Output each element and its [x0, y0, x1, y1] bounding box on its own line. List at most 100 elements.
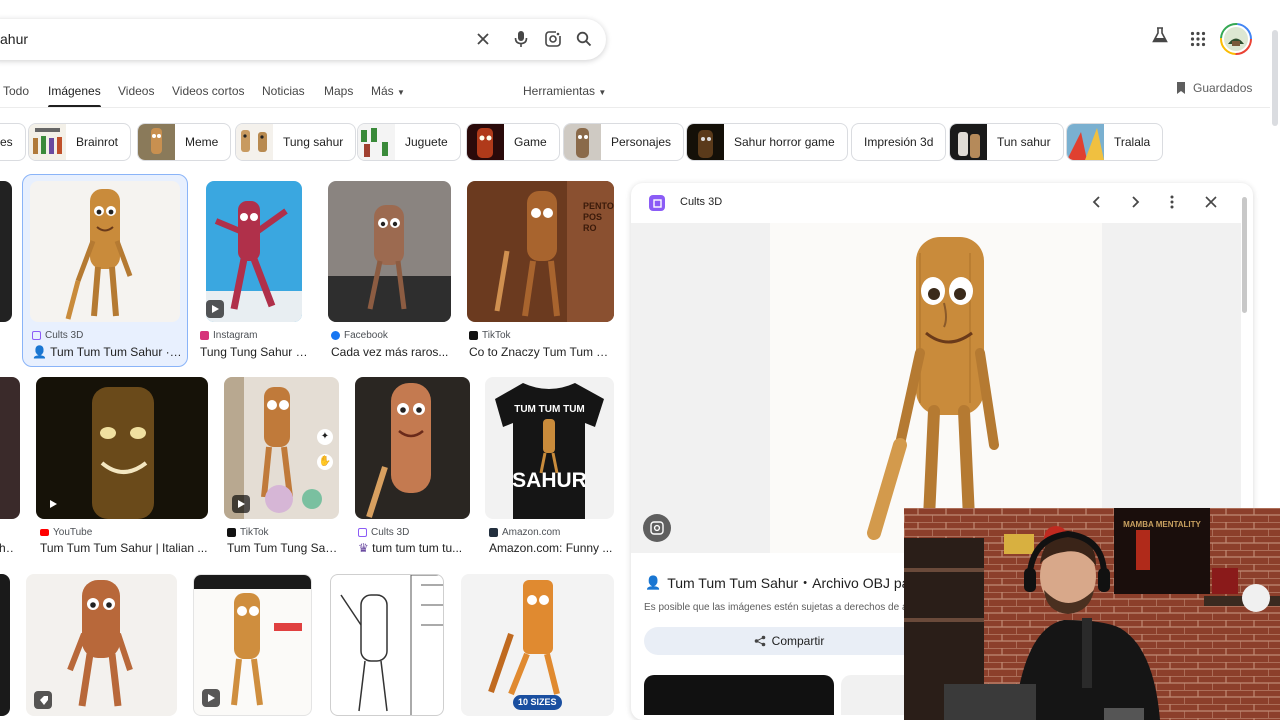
lens-icon[interactable]: [541, 27, 565, 51]
chip-thumbnail: [950, 124, 987, 160]
search-icon[interactable]: [572, 27, 596, 51]
result-image-partial[interactable]: [0, 574, 10, 716]
result-title[interactable]: Amazon.com: Funny ...: [489, 541, 614, 555]
related-thumbnail[interactable]: [644, 675, 834, 715]
person-icon: 👤: [645, 575, 662, 590]
tiktok-icon: [227, 528, 236, 537]
page-scrollbar[interactable]: [1272, 30, 1278, 126]
result-image-youtube[interactable]: [36, 377, 208, 519]
clay-figure-image: [328, 205, 451, 322]
preview-source[interactable]: Cults 3D: [680, 196, 722, 208]
sizes-badge: 10 SIZES: [513, 695, 562, 710]
chip-impresion-3d[interactable]: Impresión 3d: [851, 123, 947, 161]
result-source[interactable]: YouTube: [40, 527, 92, 538]
streamer-webcam-image: [904, 508, 1280, 720]
result-image-partial[interactable]: [0, 377, 20, 519]
result-title-partial[interactable]: h...: [0, 541, 15, 555]
tab-news[interactable]: Noticias: [262, 84, 305, 98]
result-source[interactable]: Instagram: [200, 330, 257, 341]
result-image-instagram[interactable]: [206, 181, 302, 322]
video-play-icon: [44, 495, 62, 513]
facebook-icon: [331, 331, 340, 340]
creator-icon: ♛: [358, 541, 369, 555]
next-icon[interactable]: [1128, 195, 1142, 214]
tab-videos[interactable]: Videos: [118, 84, 154, 98]
result-image-cults-3d-2[interactable]: [355, 377, 470, 519]
apps-grid-icon[interactable]: [1190, 31, 1206, 52]
chip-thumbnail: [1067, 124, 1104, 160]
result-title[interactable]: ♛ tum tum tum tu...: [358, 541, 468, 555]
more-options-icon[interactable]: [1169, 195, 1175, 214]
panel-scrollbar[interactable]: [1242, 197, 1247, 313]
chip-thumbnail: [138, 124, 175, 160]
cults-3d-icon: [358, 528, 367, 537]
result-image-tiktok-2[interactable]: ✦ ✋: [224, 377, 339, 519]
result-source[interactable]: Cults 3D: [358, 527, 409, 538]
close-icon[interactable]: [1204, 195, 1218, 214]
share-button[interactable]: Compartir: [644, 627, 934, 655]
chip-personajes[interactable]: Personajes: [563, 123, 685, 161]
visual-search-icon[interactable]: [643, 514, 671, 542]
clear-icon[interactable]: [471, 27, 495, 51]
result-source[interactable]: Facebook: [331, 330, 388, 341]
avatar[interactable]: [1220, 23, 1252, 60]
product-icon: [34, 691, 52, 709]
chip-game[interactable]: Game: [466, 123, 560, 161]
sign-text: PENTO POS RO: [583, 201, 614, 233]
previous-icon[interactable]: [1090, 195, 1104, 214]
chip-sahur-horror-game[interactable]: Sahur horror game: [686, 123, 848, 161]
microphone-icon[interactable]: [509, 27, 533, 51]
related-chips: es Brainrot Meme Tung sahur Juguete Game…: [0, 123, 1270, 163]
result-title[interactable]: Tum Tum Tum Sahur | Italian ...: [40, 541, 208, 555]
chip-tun-sahur[interactable]: Tun sahur: [949, 123, 1064, 161]
result-image-row3-3[interactable]: [330, 574, 444, 716]
result-title[interactable]: Tung Tung Sahur (...: [200, 345, 308, 359]
chip-meme[interactable]: Meme: [137, 123, 232, 161]
saved-button[interactable]: Guardados: [1175, 81, 1252, 95]
result-image-partial[interactable]: [0, 181, 12, 322]
result-image-cults-3d[interactable]: [30, 181, 180, 322]
tabs-divider: [0, 107, 1270, 108]
result-source[interactable]: Cults 3D: [32, 330, 83, 341]
result-image-tiktok[interactable]: PENTO POS RO: [467, 181, 614, 322]
video-play-icon: [206, 300, 224, 318]
chip-brainrot[interactable]: Brainrot: [28, 123, 132, 161]
chip-juguete[interactable]: Juguete: [357, 123, 461, 161]
preview-image-area[interactable]: [631, 223, 1241, 553]
tools-menu[interactable]: Herramientas ▼: [523, 84, 606, 98]
chip-tung-sahur[interactable]: Tung sahur: [235, 123, 357, 161]
result-source[interactable]: TikTok: [227, 527, 269, 538]
preview-title[interactable]: 👤 Tum Tum Tum Sahur・Archivo OBJ pa: [645, 573, 909, 593]
cults-3d-icon: [32, 331, 41, 340]
result-image-row3-2[interactable]: [193, 574, 312, 716]
poster-text: MAMBA MENTALITY: [1123, 520, 1201, 529]
result-title[interactable]: 👤 Tum Tum Tum Sahur · ...: [32, 345, 182, 359]
search-bar[interactable]: ahur: [0, 19, 606, 60]
shirt-text-bottom: SAHUR: [512, 469, 587, 492]
caret-down-icon: ▼: [598, 88, 607, 97]
labs-icon[interactable]: [1151, 26, 1169, 49]
result-image-amazon[interactable]: TUM TUM TUM SAHUR: [485, 377, 614, 519]
chip-es[interactable]: es: [0, 123, 26, 161]
wooden-figure-large-image: [867, 237, 999, 545]
result-source[interactable]: TikTok: [469, 330, 511, 341]
search-query[interactable]: ahur: [0, 31, 28, 47]
result-title[interactable]: Co to Znaczy Tum Tum T...: [469, 345, 609, 359]
result-image-row3-1[interactable]: [26, 574, 177, 716]
tab-todo[interactable]: Todo: [3, 84, 29, 98]
result-image-facebook[interactable]: [328, 181, 451, 322]
youtube-icon: [40, 529, 49, 536]
tab-maps[interactable]: Maps: [324, 84, 353, 98]
share-icon: [754, 635, 765, 647]
result-source[interactable]: Amazon.com: [489, 527, 560, 538]
preview-header: Cults 3D: [631, 183, 1253, 223]
result-title[interactable]: Tum Tum Tung Sah...: [227, 541, 339, 555]
accessibility-icon: ✦: [317, 429, 333, 445]
tab-more[interactable]: Más ▼: [371, 84, 405, 98]
bat-figure-image: [366, 383, 431, 518]
tab-images[interactable]: Imágenes: [48, 84, 101, 108]
tab-short-videos[interactable]: Videos cortos: [172, 84, 245, 98]
chip-tralala[interactable]: Tralala: [1066, 123, 1164, 161]
result-image-row3-4[interactable]: 10 SIZES: [461, 574, 614, 716]
result-title[interactable]: Cada vez más raros...: [331, 345, 451, 359]
